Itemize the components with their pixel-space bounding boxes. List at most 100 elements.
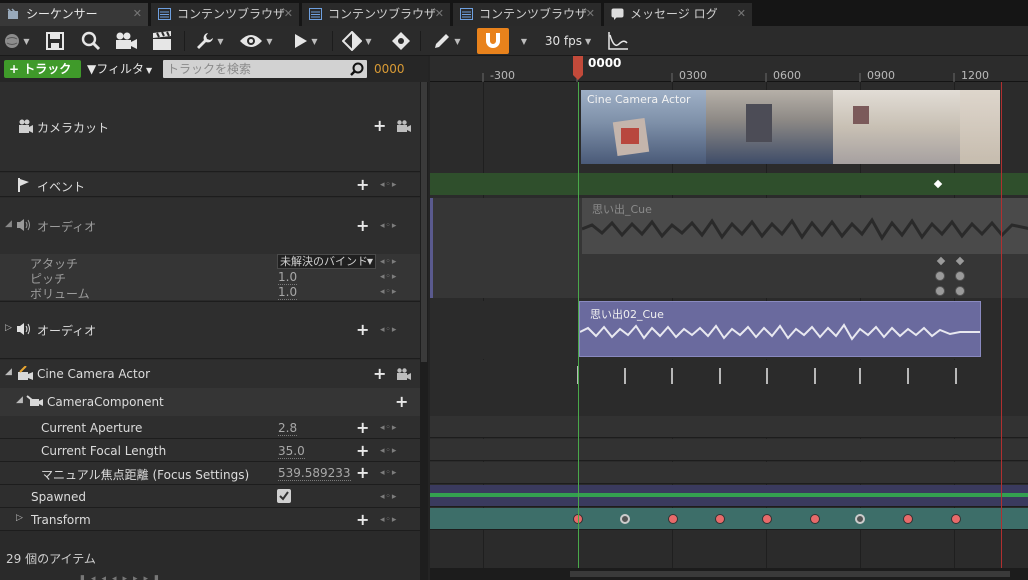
transform-key[interactable] (903, 514, 913, 524)
transform-key[interactable] (620, 514, 630, 524)
playback-controls[interactable]: ▮◂◂◂▸▸▸▮ (80, 574, 340, 580)
key[interactable] (955, 256, 965, 266)
focal-length-lane[interactable] (430, 439, 1028, 461)
event-lane[interactable] (430, 173, 1028, 195)
track-camera-cut[interactable]: カメラカット + (0, 82, 420, 172)
key-navigation[interactable]: ◂◦▸ (380, 325, 397, 335)
tab-content-browser-1[interactable]: コンテンツブラウザ ✕ (151, 3, 299, 26)
key-navigation[interactable]: ◂◦▸ (380, 287, 397, 297)
playhead[interactable] (572, 56, 584, 80)
add-button[interactable]: + (395, 394, 408, 410)
outliner-scrollbar[interactable] (420, 82, 428, 580)
key-navigation[interactable]: ◂◦▸ (380, 180, 397, 190)
collapse-arrow-icon[interactable]: ◢ (5, 367, 12, 377)
camera-icon[interactable] (396, 368, 412, 381)
key-navigation[interactable]: ◂◦▸ (380, 423, 397, 433)
audio-1-lane[interactable]: 思い出_Cue (430, 198, 1028, 298)
event-key[interactable] (933, 179, 943, 189)
close-icon[interactable]: ✕ (586, 3, 595, 25)
expand-arrow-icon[interactable]: ▷ (5, 323, 12, 333)
pitch-value[interactable]: 1.0 (278, 271, 298, 285)
key-navigation[interactable]: ◂◦▸ (380, 257, 397, 267)
track-manual-focus-distance[interactable]: マニュアル焦点距離 (Focus Settings) 539.589233 + … (0, 462, 420, 485)
render-movie-button[interactable] (148, 28, 176, 54)
time-ruler[interactable]: -300 0300 0600 0900 1200 0000 (430, 56, 1028, 82)
track-transform[interactable]: ▷ Transform + ◂◦▸ (0, 508, 420, 531)
track-event[interactable]: イベント + ◂◦▸ (0, 173, 420, 197)
transform-key[interactable] (855, 514, 865, 524)
add-button[interactable]: + (373, 366, 386, 382)
spawned-checkbox[interactable] (277, 489, 291, 503)
key-navigation[interactable]: ◂◦▸ (380, 272, 397, 282)
actor-lane[interactable] (430, 360, 1028, 416)
expand-arrow-icon[interactable]: ▷ (16, 513, 23, 523)
volume-key[interactable] (935, 286, 945, 296)
key-navigation[interactable]: ◂◦▸ (380, 468, 397, 478)
close-icon[interactable]: ✕ (284, 3, 293, 25)
track-spawned[interactable]: Spawned ◂◦▸ (0, 485, 420, 508)
camera-cut-section[interactable]: Cine Camera Actor (581, 90, 1000, 164)
collapse-arrow-icon[interactable]: ◢ (16, 395, 23, 405)
framerate-dropdown[interactable]: 30 fps ▼ (540, 28, 596, 54)
add-button[interactable]: + (356, 218, 369, 234)
save-button[interactable] (42, 28, 68, 54)
attach-binding-dropdown[interactable]: 未解決のバインド ▼ (277, 254, 376, 269)
audio-2-lane[interactable]: 思い出02_Cue (430, 301, 1028, 359)
track-camera-component[interactable]: ◢ CameraComponent + (0, 388, 420, 416)
settings-button[interactable]: ▼ (192, 28, 228, 54)
transform-key[interactable] (668, 514, 678, 524)
edit-tool-button[interactable]: ▼ (428, 28, 466, 54)
world-button[interactable]: ▼ (2, 28, 32, 54)
transform-lane[interactable] (430, 508, 1028, 530)
key-navigation[interactable]: ◂◦▸ (380, 492, 397, 502)
playback-start-marker[interactable] (578, 82, 579, 568)
key[interactable] (936, 256, 946, 266)
volume-key[interactable] (955, 286, 965, 296)
transform-key[interactable] (810, 514, 820, 524)
auto-key-button[interactable] (388, 28, 414, 54)
track-current-focal-length[interactable]: Current Focal Length 35.0 + ◂◦▸ (0, 439, 420, 462)
transform-key[interactable] (715, 514, 725, 524)
aperture-value[interactable]: 2.8 (278, 422, 298, 436)
tab-sequencer[interactable]: シーケンサー ✕ (0, 3, 148, 26)
find-button[interactable] (78, 28, 104, 54)
add-key-button[interactable]: + (356, 512, 369, 528)
collapse-arrow-icon[interactable]: ◢ (5, 219, 12, 229)
timeline-scrollbar[interactable] (430, 568, 1028, 580)
filter-button[interactable]: ▼フィルタ ▼ (87, 60, 152, 78)
track-current-aperture[interactable]: Current Aperture 2.8 + ◂◦▸ (0, 416, 420, 439)
track-audio-1[interactable]: ◢ オーディオ + ◂◦▸ (0, 198, 420, 254)
close-icon[interactable]: ✕ (737, 3, 746, 25)
current-frame[interactable]: 0000 (374, 60, 405, 78)
spawned-lane[interactable] (430, 485, 1028, 507)
volume-value[interactable]: 1.0 (278, 286, 298, 300)
add-button[interactable]: + (373, 118, 386, 134)
close-icon[interactable]: ✕ (133, 3, 142, 25)
aperture-lane[interactable] (430, 416, 1028, 438)
tab-content-browser-3[interactable]: コンテンツブラウザ ✕ (453, 3, 601, 26)
snap-options-dropdown[interactable]: ▼ (514, 28, 534, 54)
key-navigation[interactable]: ◂◦▸ (380, 221, 397, 231)
close-icon[interactable]: ✕ (435, 3, 444, 25)
add-key-button[interactable]: + (356, 465, 369, 481)
add-button[interactable]: + (356, 177, 369, 193)
add-button[interactable]: + (356, 322, 369, 338)
track-audio-2[interactable]: ▷ オーディオ + ◂◦▸ (0, 301, 420, 359)
focus-distance-value[interactable]: 539.589233 (278, 467, 351, 481)
playback-end-marker[interactable] (1001, 82, 1002, 568)
scrollbar-thumb[interactable] (421, 82, 427, 362)
audio-section[interactable]: 思い出02_Cue (579, 301, 981, 357)
camera-button[interactable] (112, 28, 140, 54)
key-navigation[interactable]: ◂◦▸ (380, 515, 397, 525)
curve-editor-button[interactable] (604, 28, 632, 54)
tab-message-log[interactable]: メッセージ ログ ✕ (604, 3, 752, 26)
view-options-button[interactable]: ▼ (236, 28, 276, 54)
add-track-button[interactable]: + トラック ▼ (4, 60, 81, 93)
pitch-key[interactable] (955, 271, 965, 281)
snap-toggle[interactable] (477, 28, 509, 54)
transform-key[interactable] (762, 514, 772, 524)
key-navigation[interactable]: ◂◦▸ (380, 446, 397, 456)
focus-distance-lane[interactable] (430, 462, 1028, 484)
playback-button[interactable]: ▼ (288, 28, 324, 54)
transform-key[interactable] (951, 514, 961, 524)
